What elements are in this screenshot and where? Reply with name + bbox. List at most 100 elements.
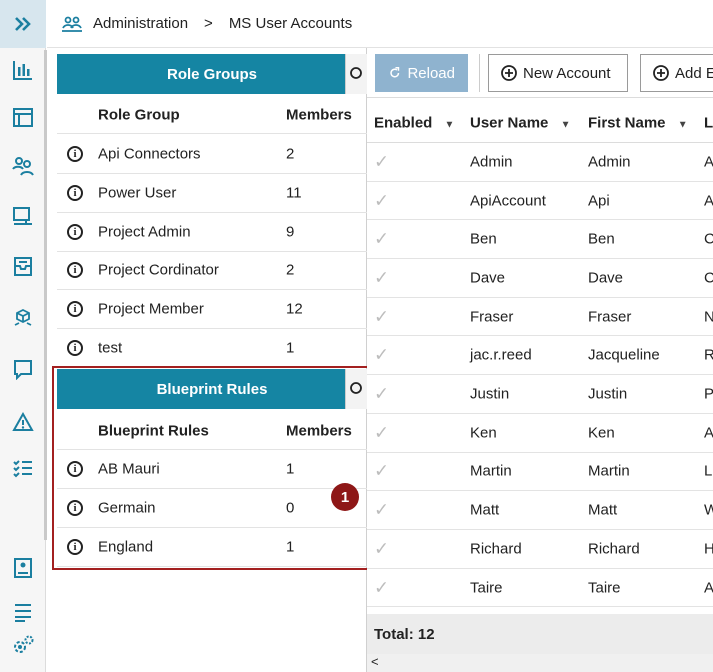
callout-badge: 1 <box>331 483 359 511</box>
refresh-icon <box>390 67 400 78</box>
enabled-checkbox[interactable]: ✓ <box>374 422 389 443</box>
sidebar-item-settings[interactable] <box>11 634 35 658</box>
sidebar-item-charts[interactable] <box>11 58 35 82</box>
sidebar-item-users[interactable] <box>11 154 35 178</box>
role-group-row[interactable]: i Power User 11 <box>57 174 367 213</box>
first-name-cell: Taire <box>588 579 621 597</box>
user-row[interactable]: ✓ Fraser Fraser N <box>367 297 713 337</box>
user-row[interactable]: ✓ Ben Ben C <box>367 220 713 260</box>
last-name-cell: A <box>704 192 713 210</box>
enabled-checkbox[interactable]: ✓ <box>374 229 389 250</box>
enabled-checkbox[interactable]: ✓ <box>374 384 389 405</box>
role-groups-header-scroll[interactable] <box>345 54 367 94</box>
column-blueprint-rules[interactable]: Blueprint Rules <box>98 422 209 439</box>
enabled-checkbox[interactable]: ✓ <box>374 538 389 559</box>
enabled-checkbox[interactable]: ✓ <box>374 267 389 288</box>
first-name-cell: Justin <box>588 385 628 403</box>
info-icon[interactable]: i <box>67 500 83 516</box>
blueprint-rule-row[interactable]: i AB Mauri 1 <box>57 450 367 489</box>
user-row[interactable]: ✓ Ken Ken A <box>367 414 713 453</box>
last-name-cell: W <box>704 501 713 519</box>
breadcrumb: Administration > MS User Accounts <box>61 15 352 33</box>
horizontal-scrollbar[interactable]: < <box>367 654 713 672</box>
info-icon[interactable]: i <box>67 539 83 555</box>
sidebar-item-alerts[interactable] <box>11 410 35 434</box>
sidebar-item-list[interactable] <box>11 600 35 624</box>
user-name-cell: Martin <box>470 462 512 480</box>
enabled-checkbox[interactable]: ✓ <box>374 461 389 482</box>
scroll-left-arrow[interactable]: < <box>371 654 379 669</box>
enabled-checkbox[interactable]: ✓ <box>374 577 389 598</box>
column-members[interactable]: Members <box>286 106 352 123</box>
filter-icon[interactable]: ▼ <box>445 119 455 130</box>
row-members: 1 <box>286 460 295 478</box>
sidebar-item-checklist[interactable] <box>11 456 35 480</box>
user-row[interactable]: ✓ jac.r.reed Jacqueline R <box>367 337 713 376</box>
role-group-row[interactable]: i Project Cordinator 2 <box>57 251 367 291</box>
info-icon[interactable]: i <box>67 262 83 279</box>
enabled-checkbox[interactable]: ✓ <box>374 345 389 366</box>
user-row[interactable]: ✓ Martin Martin L <box>367 452 713 492</box>
user-row[interactable]: ✓ ApiAccount Api A <box>367 182 713 221</box>
user-row[interactable]: ✓ Taire Taire A <box>367 569 713 608</box>
role-group-row[interactable]: i Project Member 12 <box>57 290 367 330</box>
user-row[interactable]: ✓ Dave Dave C <box>367 259 713 298</box>
column-user-name[interactable]: User Name ▼ <box>470 114 570 131</box>
enabled-checkbox[interactable]: ✓ <box>374 151 389 172</box>
sidebar-item-blueprints[interactable] <box>11 306 35 330</box>
role-group-row[interactable]: i Api Connectors 2 <box>57 135 367 174</box>
column-enabled[interactable]: Enabled ▼ <box>374 114 454 131</box>
new-account-button[interactable]: New Account <box>488 54 628 92</box>
filter-icon[interactable]: ▼ <box>561 119 571 130</box>
column-first-name[interactable]: First Name ▼ <box>588 114 688 131</box>
user-accounts-panel: Reload New Account Add E Enabled ▼ User … <box>367 48 713 672</box>
expand-sidebar-button[interactable] <box>0 0 46 48</box>
blueprint-rule-row[interactable]: i Germain 0 <box>57 489 367 528</box>
column-role-group[interactable]: Role Group <box>98 106 180 123</box>
info-icon[interactable]: i <box>67 184 83 201</box>
info-icon[interactable]: i <box>67 146 83 162</box>
row-name: AB Mauri <box>98 460 160 478</box>
last-name-cell: A <box>704 579 713 597</box>
enabled-checkbox[interactable]: ✓ <box>374 306 389 327</box>
user-row[interactable]: ✓ Richard Richard H <box>367 530 713 569</box>
row-name: Germain <box>98 499 156 517</box>
row-name: England <box>98 538 154 556</box>
row-members: 2 <box>286 145 295 163</box>
filter-icon[interactable]: ▼ <box>678 119 688 130</box>
column-members[interactable]: Members <box>286 422 352 439</box>
enabled-checkbox[interactable]: ✓ <box>374 500 389 521</box>
first-name-cell: Api <box>588 192 610 210</box>
user-name-cell: Fraser <box>470 308 514 326</box>
groups-panel: Role Groups Role Group Members i Api Conn… <box>47 48 367 672</box>
role-group-row[interactable]: i Project Admin 9 <box>57 213 367 252</box>
last-name-cell: R <box>704 346 713 364</box>
info-icon[interactable]: i <box>67 340 83 356</box>
info-icon[interactable]: i <box>67 461 83 477</box>
sidebar-item-inbox[interactable] <box>11 254 35 278</box>
column-user-name-label: User Name <box>470 114 549 131</box>
blueprint-rules-header-scroll[interactable] <box>345 369 367 409</box>
inbox-icon <box>14 257 32 276</box>
sidebar-item-computers[interactable] <box>11 204 35 228</box>
user-row[interactable]: ✓ Admin Admin A <box>367 143 713 182</box>
add-button[interactable]: Add E <box>640 54 713 92</box>
info-icon[interactable]: i <box>67 223 83 240</box>
role-group-row[interactable]: i test 1 <box>57 329 367 368</box>
blueprint-rule-row[interactable]: i England 1 <box>57 528 367 567</box>
breadcrumb-administration[interactable]: Administration <box>93 15 188 32</box>
enabled-checkbox[interactable]: ✓ <box>374 190 389 211</box>
toolbar: Reload New Account Add E <box>367 48 713 98</box>
user-row[interactable]: ✓ Matt Matt W <box>367 491 713 530</box>
last-name-cell: P <box>704 385 713 403</box>
alert-icon <box>12 411 34 431</box>
sidebar-item-report[interactable] <box>11 556 35 580</box>
sidebar-item-calendar[interactable] <box>11 105 35 129</box>
sidebar-item-messages[interactable] <box>11 357 35 381</box>
role-groups-column-header: Role Group Members <box>57 96 367 134</box>
report-icon <box>14 558 32 578</box>
reload-button[interactable]: Reload <box>375 54 468 92</box>
info-icon[interactable]: i <box>67 301 83 318</box>
user-row[interactable]: ✓ Justin Justin P <box>367 375 713 414</box>
column-last-name[interactable]: L <box>704 114 713 131</box>
